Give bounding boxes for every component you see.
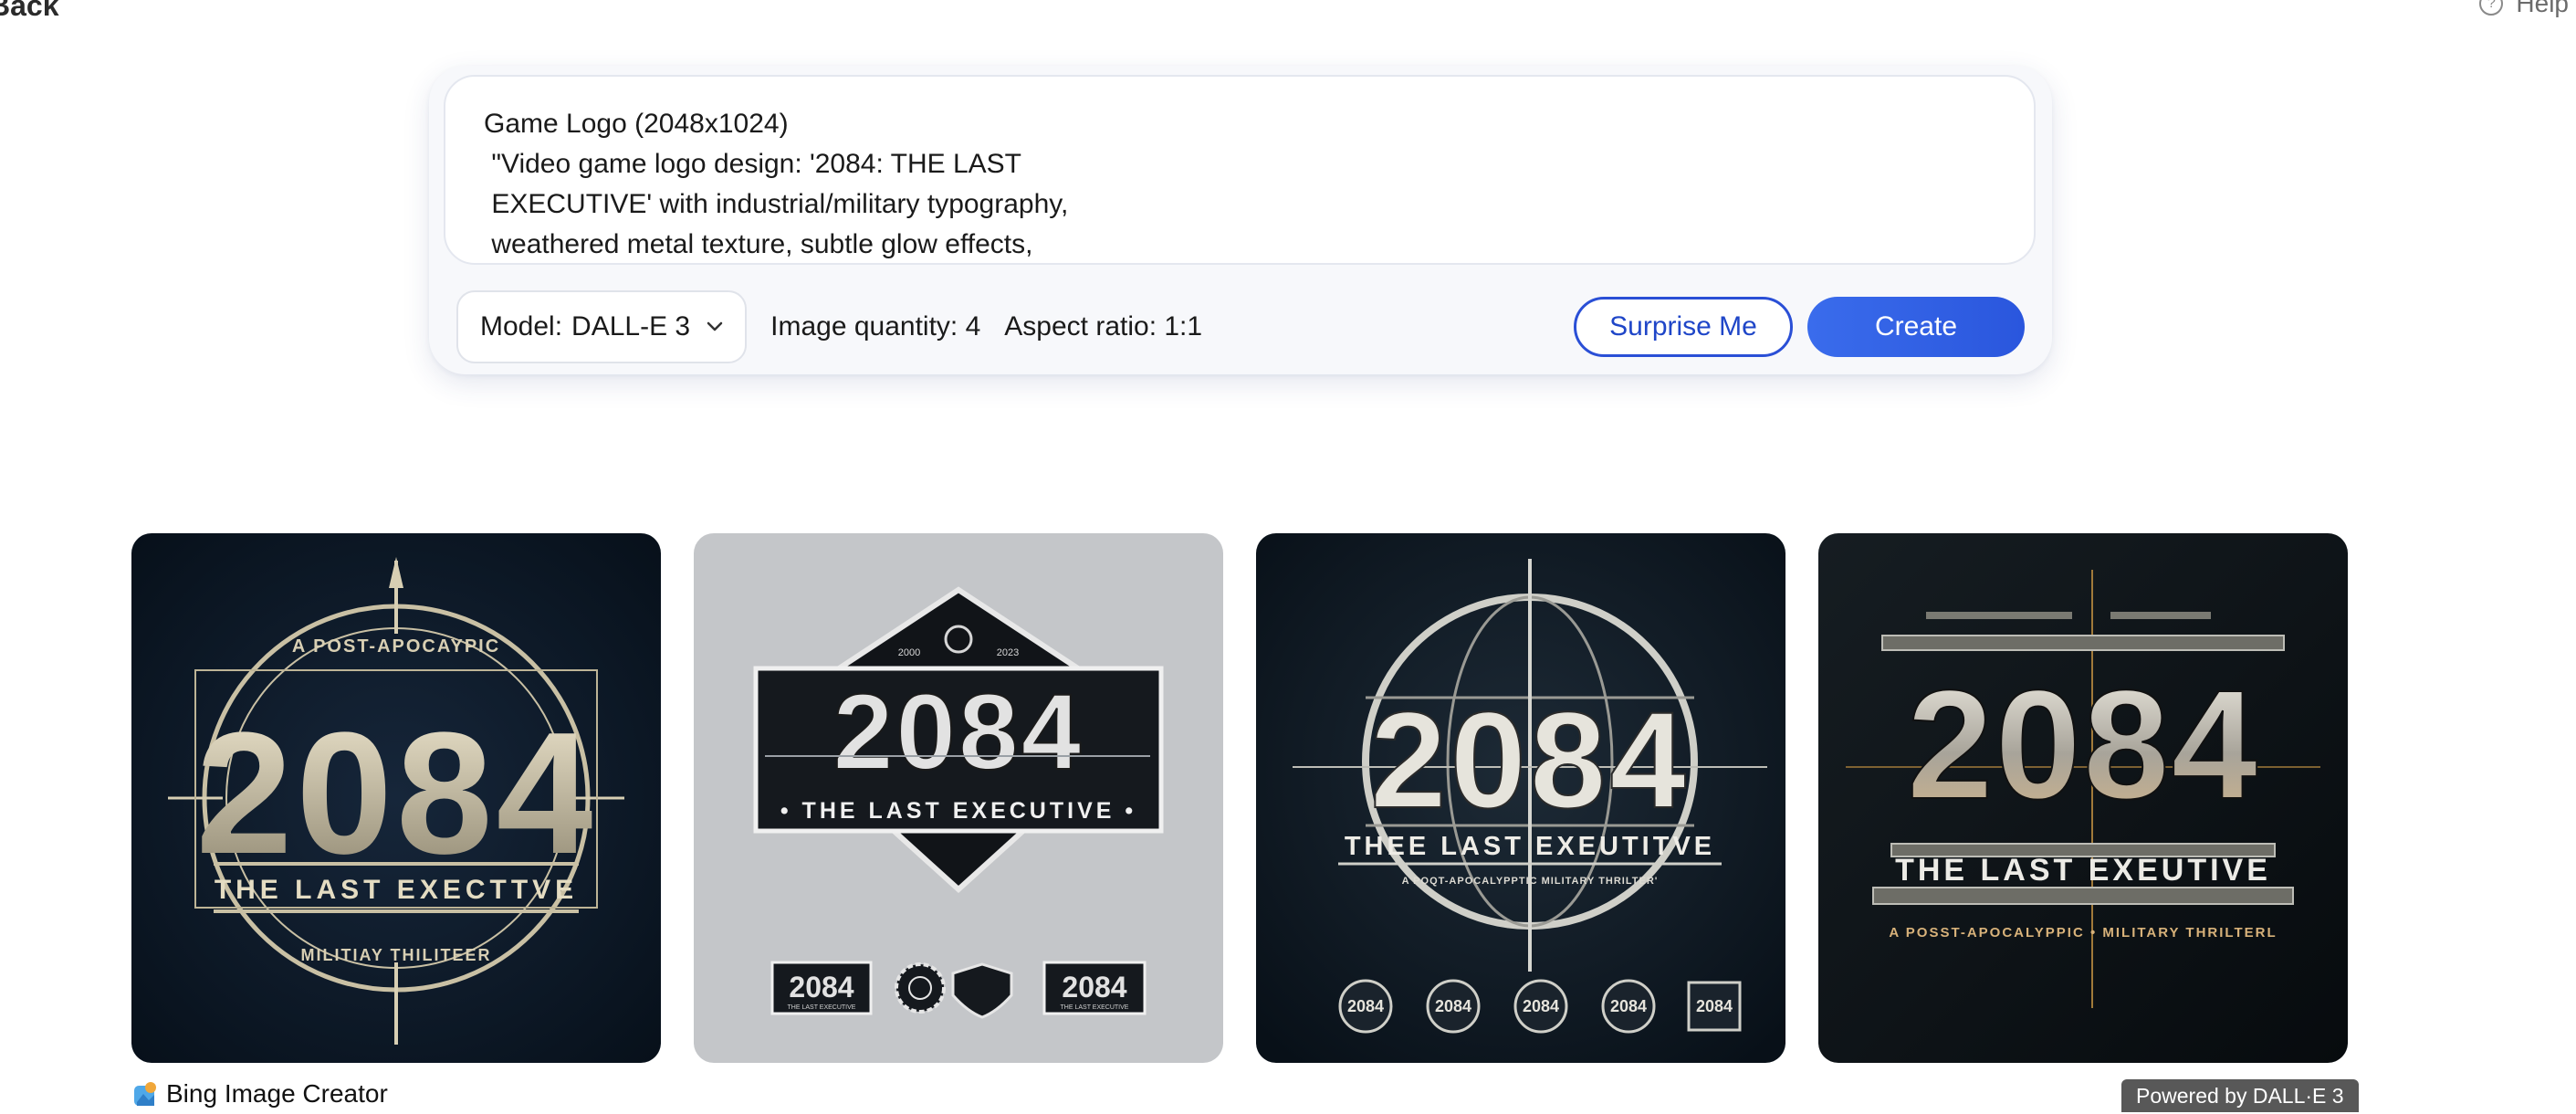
tile2-subtitle: • THE LAST EXECUTIVE • — [780, 798, 1136, 824]
tile3-medallion-5: 2084 — [1696, 997, 1733, 1015]
tile3-medallion-2: 2084 — [1435, 997, 1471, 1015]
aspect-ratio[interactable]: Aspect ratio: 1:1 — [1004, 311, 1202, 342]
tile3-medallion-3: 2084 — [1523, 997, 1559, 1015]
bing-creator-icon — [131, 1080, 159, 1108]
results-grid: A POST-APOCAYPIC 2084 THE LAST EXECTTVE … — [131, 533, 2348, 1063]
tile1-subtitle: THE LAST EXECTTVE — [215, 875, 578, 905]
tile3-tagline: A POQT-APOCALYPPTIC MILITARY THRILTER' — [1402, 876, 1659, 887]
prompt-textarea[interactable]: Game Logo (2048x1024) "Video game logo d… — [444, 75, 2036, 265]
tile2-year: 2084 — [833, 672, 1084, 793]
model-value: DALL-E 3 — [571, 311, 691, 342]
tile2-date-right: 2023 — [997, 647, 1019, 658]
model-select[interactable]: Model: DALL-E 3 — [456, 290, 748, 363]
tile1-arc-bottom: MILITIAY THILITEER — [300, 946, 491, 964]
back-link[interactable]: Back — [0, 0, 59, 23]
chevron-down-icon — [707, 321, 723, 332]
tile4-year: 2084 — [1907, 658, 2259, 832]
tile3-year: 2084 — [1370, 683, 1690, 836]
powered-by-badge: Powered by DALL·E 3 — [2121, 1079, 2359, 1112]
tile4-tagline: A POSST-APOCALYPPIC • MILITARY THRILTERL — [1889, 925, 2277, 941]
tile3-medallion-1: 2084 — [1347, 997, 1384, 1015]
tile2-badge-2: 2084 — [1062, 971, 1126, 1004]
model-label: Model: — [480, 311, 563, 342]
prompt-card: Game Logo (2048x1024) "Video game logo d… — [429, 66, 2052, 374]
tile2-badge-1-sub: THE LAST EXECUTIVE — [788, 1004, 856, 1011]
result-image-3[interactable]: 2084 THEE LAST EXEUTITVE A POQT-APOCALYP… — [1256, 533, 1785, 1063]
tile3-medallion-4: 2084 — [1610, 997, 1647, 1015]
brand-label: Bing Image Creator — [166, 1079, 388, 1108]
tile1-arc-top: A POST-APOCAYPIC — [292, 636, 500, 657]
bing-image-creator-link[interactable]: Bing Image Creator — [131, 1079, 388, 1109]
help-link[interactable]: ? Help — [2479, 0, 2569, 18]
tile2-badge-2-sub: THE LAST EXECUTIVE — [1061, 1004, 1129, 1011]
tile1-year: 2084 — [196, 697, 597, 890]
prompt-text: Game Logo (2048x1024) "Video game logo d… — [484, 109, 1069, 259]
help-label: Help — [2516, 0, 2569, 17]
tile3-subtitle: THEE LAST EXEUTITVE — [1345, 832, 1715, 861]
prompt-controls: Model: DALL-E 3 Image quantity: 4 Aspect… — [456, 290, 2025, 363]
result-image-4[interactable]: 2084 THE LAST EXEUTIVE A POSST-APOCALYPP… — [1818, 533, 2348, 1063]
tile4-subtitle: THE LAST EXEUTIVE — [1895, 853, 2271, 888]
image-quantity[interactable]: Image quantity: 4 — [770, 311, 980, 342]
tile2-badge-1: 2084 — [789, 971, 853, 1004]
create-button[interactable]: Create — [1807, 297, 2025, 357]
tile2-date-left: 2000 — [898, 647, 920, 658]
result-image-1[interactable]: A POST-APOCAYPIC 2084 THE LAST EXECTTVE … — [131, 533, 661, 1063]
surprise-me-button[interactable]: Surprise Me — [1574, 297, 1793, 357]
help-circle-icon: ? — [2479, 0, 2504, 16]
result-image-2[interactable]: 2000 2023 2084 • THE LAST EXECUTIVE • 20… — [694, 533, 1223, 1063]
